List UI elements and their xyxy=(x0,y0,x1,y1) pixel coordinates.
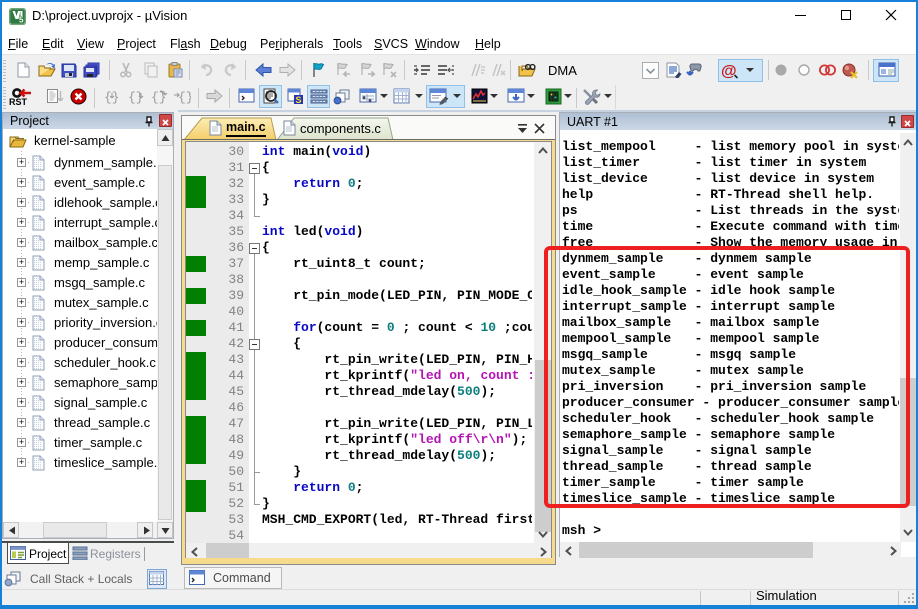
svg-text:S: S xyxy=(296,95,302,105)
svg-text:RST: RST xyxy=(9,97,28,106)
svg-text:@: @ xyxy=(721,63,737,79)
svg-text:5: 5 xyxy=(19,16,24,25)
svg-text:{}: {} xyxy=(178,90,191,105)
